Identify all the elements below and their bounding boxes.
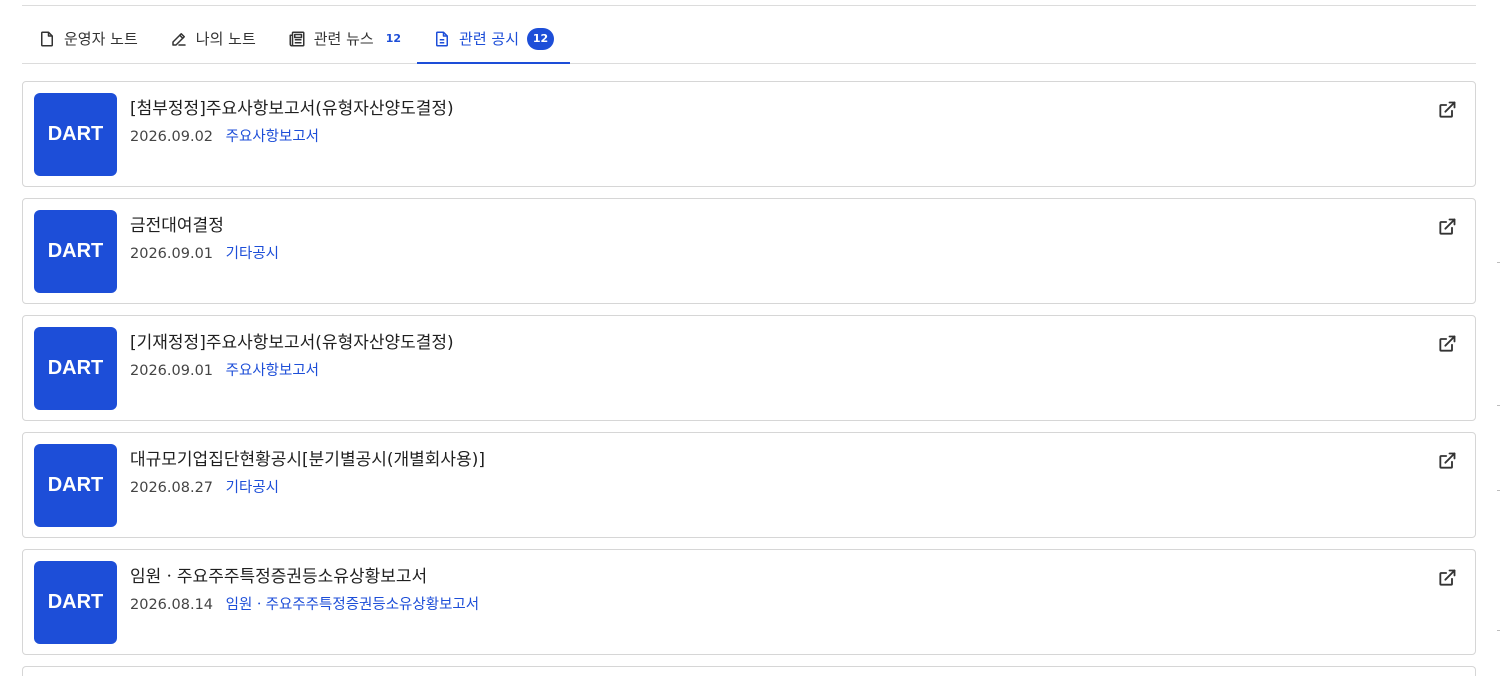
disclosure-title[interactable]: 금전대여결정 bbox=[130, 211, 224, 236]
tab-label: 나의 노트 bbox=[195, 30, 256, 48]
disclosure-category-link[interactable]: 주요사항보고서 bbox=[226, 129, 319, 145]
disclosure-date: 2026.09.01 bbox=[130, 246, 214, 262]
disclosure-date: 2026.08.27 bbox=[130, 480, 214, 496]
disclosure-card[interactable]: DART [첨부정정]주요사항보고서(유형자산양도결정) 2026.09.02 … bbox=[22, 81, 1476, 187]
newspaper-icon bbox=[289, 31, 305, 46]
disclosure-category-link[interactable]: 주요사항보고서 bbox=[226, 363, 319, 379]
disclosure-category-link[interactable]: 임원ㆍ주요주주특정증권등소유상황보고서 bbox=[226, 597, 479, 613]
external-link-icon[interactable] bbox=[1437, 568, 1457, 588]
disclosure-card-partial[interactable] bbox=[22, 666, 1476, 676]
disclosure-count-badge: 12 bbox=[527, 27, 554, 50]
tab-bar: 운영자 노트 나의 노트 관련 뉴스 12 관련 공시 12 bbox=[22, 14, 1476, 64]
disclosure-title[interactable]: 대규모기업집단현황공시[분기별공시(개별회사용)] bbox=[130, 445, 485, 470]
tab-related-disclosures[interactable]: 관련 공시 12 bbox=[417, 14, 570, 64]
dart-badge: DART bbox=[34, 210, 117, 293]
document-icon bbox=[436, 31, 449, 46]
disclosure-date: 2026.09.01 bbox=[130, 363, 214, 379]
external-link-icon[interactable] bbox=[1437, 451, 1457, 471]
disclosure-category-link[interactable]: 기타공시 bbox=[226, 480, 279, 496]
tab-related-news[interactable]: 관련 뉴스 12 bbox=[272, 14, 417, 63]
disclosure-card[interactable]: DART 금전대여결정 2026.09.01 기타공시 bbox=[22, 198, 1476, 304]
disclosure-list: DART [첨부정정]주요사항보고서(유형자산양도결정) 2026.09.02 … bbox=[22, 81, 1476, 676]
disclosure-date: 2026.09.02 bbox=[130, 129, 214, 145]
disclosure-card[interactable]: DART 임원ㆍ주요주주특정증권등소유상황보고서 2026.08.14 임원ㆍ주… bbox=[22, 549, 1476, 655]
tab-label: 관련 뉴스 bbox=[313, 30, 374, 48]
disclosure-meta: 2026.09.02 주요사항보고서 bbox=[130, 125, 319, 146]
dart-badge: DART bbox=[34, 93, 117, 176]
news-count-badge: 12 bbox=[385, 32, 402, 45]
external-link-icon[interactable] bbox=[1437, 100, 1457, 120]
dart-badge: DART bbox=[34, 561, 117, 644]
disclosure-title[interactable]: [첨부정정]주요사항보고서(유형자산양도결정) bbox=[130, 94, 454, 119]
external-link-icon[interactable] bbox=[1437, 217, 1457, 237]
tab-my-notes[interactable]: 나의 노트 bbox=[154, 14, 272, 63]
tab-label: 관련 공시 bbox=[459, 30, 519, 48]
disclosure-meta: 2026.08.27 기타공시 bbox=[130, 476, 279, 497]
pencil-icon bbox=[172, 32, 186, 46]
tab-label: 운영자 노트 bbox=[64, 30, 138, 48]
dart-badge: DART bbox=[34, 327, 117, 410]
disclosure-title[interactable]: [기재정정]주요사항보고서(유형자산양도결정) bbox=[130, 328, 454, 353]
external-link-icon[interactable] bbox=[1437, 334, 1457, 354]
page: 운영자 노트 나의 노트 관련 뉴스 12 관련 공시 12 DART [첨부정… bbox=[0, 0, 1500, 676]
disclosure-meta: 2026.08.14 임원ㆍ주요주주특정증권등소유상황보고서 bbox=[130, 593, 479, 614]
disclosure-meta: 2026.09.01 주요사항보고서 bbox=[130, 359, 319, 380]
disclosure-date: 2026.08.14 bbox=[130, 597, 214, 613]
disclosure-card[interactable]: DART [기재정정]주요사항보고서(유형자산양도결정) 2026.09.01 … bbox=[22, 315, 1476, 421]
file-icon bbox=[41, 31, 53, 46]
dart-badge: DART bbox=[34, 444, 117, 527]
tab-operator-notes[interactable]: 운영자 노트 bbox=[22, 14, 154, 63]
disclosure-title[interactable]: 임원ㆍ주요주주특정증권등소유상황보고서 bbox=[130, 562, 427, 587]
top-divider bbox=[22, 5, 1476, 6]
disclosure-meta: 2026.09.01 기타공시 bbox=[130, 242, 279, 263]
disclosure-card[interactable]: DART 대규모기업집단현황공시[분기별공시(개별회사용)] 2026.08.2… bbox=[22, 432, 1476, 538]
disclosure-category-link[interactable]: 기타공시 bbox=[226, 246, 279, 262]
